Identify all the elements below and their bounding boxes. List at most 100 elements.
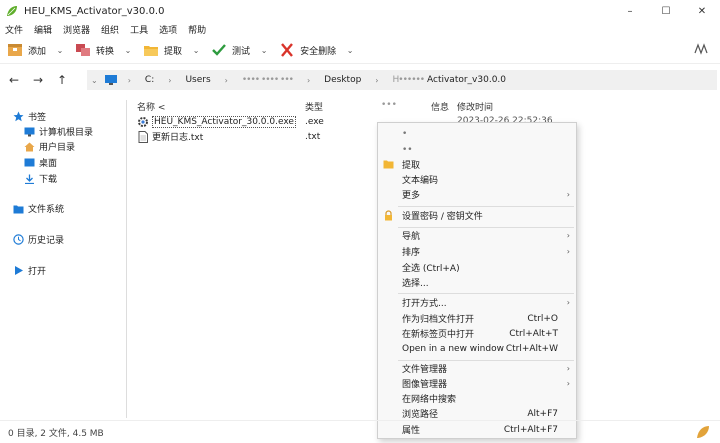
context-label: 文本编码 <box>402 176 439 186</box>
text-file-icon <box>138 130 148 143</box>
crumb-desktop[interactable]: Desktop <box>324 75 361 85</box>
column-header-size[interactable]: ••• <box>381 100 397 110</box>
crumb-drive[interactable]: C: <box>145 75 154 85</box>
menu-edit[interactable]: 编辑 <box>34 23 52 36</box>
context-label: 作为归档文件打开 <box>402 315 475 325</box>
sidebar-item-user-dir[interactable]: 用户目录 <box>24 140 75 153</box>
add-button[interactable]: 添加 <box>7 39 46 61</box>
up-arrow-icon[interactable]: ↑ <box>51 69 73 91</box>
context-item-open-new-window[interactable]: Open in a new window Ctrl+Alt+W <box>378 341 576 356</box>
sidebar-item-history[interactable]: 历史记录 <box>13 233 64 246</box>
sidebar-label: 打开 <box>28 267 47 277</box>
download-arrow-icon <box>25 174 34 184</box>
test-dropdown-chevron-icon[interactable]: ⌄ <box>256 39 272 61</box>
context-item-open-with[interactable]: 打开方式... › <box>378 295 576 310</box>
play-triangle-icon <box>15 266 23 275</box>
forward-arrow-icon[interactable]: → <box>27 69 49 91</box>
window-title: HEU_KMS_Activator_v30.0.0 <box>24 5 165 17</box>
submenu-arrow-icon: › <box>566 364 570 373</box>
context-label: 设置密码 / 密钥文件 <box>402 212 483 222</box>
context-item-browse-path[interactable]: 浏览路径 Alt+F7 <box>378 406 576 421</box>
breadcrumb: ⌄ › C: › Users › •••• •••• ••• › Desktop… <box>87 70 717 90</box>
context-item-open-as-archive[interactable]: 作为归档文件打开 Ctrl+O <box>378 311 576 326</box>
sidebar-item-filesystem[interactable]: 文件系统 <box>13 202 64 215</box>
sidebar-item-computer-root[interactable]: 计算机根目录 <box>24 125 93 138</box>
history-chevron-icon[interactable]: ⌄ <box>91 76 98 85</box>
submenu-arrow-icon: › <box>566 231 570 240</box>
file-name: 更新日志.txt <box>152 133 204 143</box>
context-item-open-new-tab[interactable]: 在新标签页中打开 Ctrl+Alt+T <box>378 326 576 341</box>
history-clock-icon <box>13 234 24 245</box>
back-arrow-icon[interactable]: ← <box>3 69 25 91</box>
menu-browser[interactable]: 浏览器 <box>63 23 90 36</box>
extract-label: 提取 <box>164 46 183 57</box>
star-icon <box>13 111 24 122</box>
menu-tools[interactable]: 工具 <box>130 23 148 36</box>
close-button[interactable]: ✕ <box>684 0 720 22</box>
menu-organize[interactable]: 组织 <box>101 23 119 36</box>
test-label: 测试 <box>232 46 251 57</box>
table-row[interactable]: HEU_KMS_Activator_30.0.0.exe <box>137 115 296 128</box>
menu-help[interactable]: 帮助 <box>188 23 206 36</box>
submenu-arrow-icon: › <box>566 190 570 199</box>
menu-divider <box>398 293 574 294</box>
context-item-select-all[interactable]: 全选 (Ctrl+A) <box>378 260 576 275</box>
column-header-modified[interactable]: 修改时间 <box>457 100 493 113</box>
context-item-more[interactable]: 更多 › <box>378 187 576 202</box>
table-row[interactable]: 更新日志.txt <box>137 130 203 143</box>
shortcut-label: Ctrl+Alt+W <box>505 343 558 354</box>
secure-delete-button[interactable]: 安全删除 <box>279 39 336 61</box>
menu-options[interactable]: 选项 <box>159 23 177 36</box>
monitor-icon <box>24 127 35 136</box>
context-item-image-manager[interactable]: 图像管理器 › <box>378 376 576 391</box>
sidebar-item-desktop[interactable]: 桌面 <box>24 156 57 169</box>
crumb-separator-icon: › <box>375 75 379 85</box>
context-label: 全选 (Ctrl+A) <box>402 264 460 274</box>
extract-dropdown-chevron-icon[interactable]: ⌄ <box>188 39 204 61</box>
shortcut-label: Ctrl+Alt+T <box>509 328 558 339</box>
convert-icon <box>76 44 91 56</box>
context-item-search-web[interactable]: 在网络中搜索 <box>378 391 576 406</box>
crumb-user[interactable]: •••• •••• ••• <box>242 75 294 85</box>
context-item-select[interactable]: 选择... <box>378 275 576 290</box>
column-header-type[interactable]: 类型 <box>305 100 323 113</box>
context-item-set-password[interactable]: 设置密码 / 密钥文件 <box>378 208 576 223</box>
column-header-info[interactable]: 信息 <box>431 100 449 113</box>
sidebar-label: 文件系统 <box>28 205 65 215</box>
exe-gear-icon <box>138 116 148 127</box>
sidebar-item-bookmarks[interactable]: 书签 <box>13 110 46 123</box>
context-item-2[interactable]: •• <box>378 142 576 157</box>
secure-delete-dropdown-chevron-icon[interactable]: ⌄ <box>342 39 358 61</box>
sidebar: 书签 计算机根目录 用户目录 桌面 下载 文件系统 历史记录 打开 <box>0 100 127 418</box>
add-dropdown-chevron-icon[interactable]: ⌄ <box>52 39 68 61</box>
desktop-icon <box>24 158 35 166</box>
computer-icon[interactable] <box>104 74 118 86</box>
sidebar-item-open[interactable]: 打开 <box>13 264 46 277</box>
address-bar: ← → ↑ ⌄ › C: › Users › •••• •••• ••• › D… <box>0 68 720 92</box>
context-item-1[interactable]: • <box>378 126 576 141</box>
more-options-icon[interactable] <box>694 42 708 59</box>
maximize-button[interactable]: ☐ <box>648 0 684 22</box>
extract-button[interactable]: 提取 <box>143 39 182 61</box>
context-item-text-encoding[interactable]: 文本编码 <box>378 172 576 187</box>
crumb-separator-icon: › <box>127 75 131 85</box>
toolbar: 添加 ⌄ 转换 ⌄ 提取 ⌄ 测试 ⌄ 安全删除 ⌄ <box>0 37 720 64</box>
status-leaf-icon[interactable] <box>696 425 710 439</box>
sidebar-label: 计算机根目录 <box>39 128 94 138</box>
convert-button[interactable]: 转换 <box>75 39 114 61</box>
convert-dropdown-chevron-icon[interactable]: ⌄ <box>120 39 136 61</box>
secure-delete-label: 安全删除 <box>300 46 337 57</box>
column-header-name[interactable]: 名称 < <box>137 100 165 113</box>
crumb-folder[interactable]: H•••••• Activator_v30.0.0 <box>393 75 507 85</box>
context-item-extract[interactable]: 提取 <box>378 157 576 172</box>
context-label: 导航 <box>402 232 421 242</box>
minimize-button[interactable]: – <box>612 0 648 22</box>
crumb-users[interactable]: Users <box>185 75 210 85</box>
context-item-sort[interactable]: 排序 › <box>378 244 576 259</box>
context-item-file-manager[interactable]: 文件管理器 › <box>378 361 576 376</box>
home-icon <box>24 142 35 151</box>
sidebar-item-downloads[interactable]: 下载 <box>24 172 57 185</box>
menu-file[interactable]: 文件 <box>5 23 23 36</box>
test-button[interactable]: 测试 <box>211 39 250 61</box>
context-item-navigate[interactable]: 导航 › <box>378 228 576 243</box>
